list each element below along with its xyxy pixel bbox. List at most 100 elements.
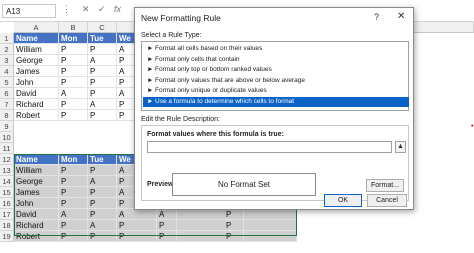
format-button[interactable]: Format... <box>366 179 404 192</box>
collapse-dialog-icon[interactable]: ▲ <box>395 141 406 153</box>
row-header-15[interactable]: 15 <box>0 187 14 198</box>
table-cell[interactable]: P <box>59 187 88 198</box>
new-formatting-rule-dialog: New Formatting Rule ? ✕ Select a Rule Ty… <box>134 7 414 210</box>
cancel-formula-icon[interactable]: ✕ <box>82 4 90 15</box>
table-cell[interactable]: P <box>59 44 88 55</box>
row-header-14[interactable]: 14 <box>0 176 14 187</box>
row-header-3[interactable]: 3 <box>0 55 14 66</box>
row-header-5[interactable]: 5 <box>0 77 14 88</box>
rule-arrow-icon: ► <box>147 97 154 105</box>
rule-type-item[interactable]: ► Format only top or bottom ranked values <box>143 65 409 75</box>
table-cell[interactable]: P <box>157 231 177 242</box>
help-icon[interactable]: ? <box>374 12 379 22</box>
confirm-formula-icon[interactable]: ✓ <box>98 4 106 15</box>
table-cell[interactable]: William <box>14 165 59 176</box>
table-cell[interactable]: John <box>14 77 59 88</box>
table-header-cell[interactable]: Mon <box>59 154 88 165</box>
row-header-7[interactable]: 7 <box>0 99 14 110</box>
table-header-cell[interactable]: Tue <box>88 33 117 44</box>
column-header-extra[interactable] <box>414 22 474 33</box>
table-cell[interactable]: P <box>59 99 88 110</box>
table-cell[interactable]: Richard <box>14 220 59 231</box>
table-cell[interactable]: James <box>14 66 59 77</box>
table-cell[interactable]: Robert <box>14 231 59 242</box>
table-cell[interactable]: P <box>224 220 244 231</box>
row-header-18[interactable]: 18 <box>0 220 14 231</box>
table-cell[interactable]: P <box>59 165 88 176</box>
row-header-4[interactable]: 4 <box>0 66 14 77</box>
row-header-11[interactable]: 11 <box>0 143 14 154</box>
table-header-cell[interactable]: Name <box>14 33 59 44</box>
table-cell[interactable]: James <box>14 187 59 198</box>
row-header-12[interactable]: 12 <box>0 154 14 165</box>
row-header-6[interactable]: 6 <box>0 88 14 99</box>
rule-type-item[interactable]: ► Format only unique or duplicate values <box>143 86 409 96</box>
table-cell[interactable]: P <box>117 220 157 231</box>
table-header-cell[interactable]: Name <box>14 154 59 165</box>
rule-type-item[interactable]: ► Use a formula to determine which cells … <box>143 96 409 107</box>
table-header-cell[interactable]: Mon <box>59 33 88 44</box>
table-cell[interactable]: George <box>14 55 59 66</box>
function-icon[interactable]: fx <box>114 4 121 14</box>
table-cell[interactable]: Robert <box>14 110 59 121</box>
row-header-17[interactable]: 17 <box>0 209 14 220</box>
table-cell[interactable]: A <box>88 220 117 231</box>
cancel-button[interactable]: Cancel <box>367 194 407 207</box>
table-cell[interactable]: P <box>59 220 88 231</box>
row-header-16[interactable]: 16 <box>0 198 14 209</box>
name-box[interactable]: A13 <box>2 4 56 18</box>
table-cell[interactable]: A <box>117 209 157 220</box>
table-cell[interactable]: P <box>88 165 117 176</box>
table-cell[interactable]: P <box>88 66 117 77</box>
table-cell[interactable]: P <box>88 187 117 198</box>
table-cell[interactable]: Richard <box>14 99 59 110</box>
row-header-9[interactable]: 9 <box>0 121 14 132</box>
rule-type-item[interactable]: ► Format only values that are above or be… <box>143 76 409 86</box>
table-cell[interactable]: John <box>14 198 59 209</box>
table-header-cell[interactable]: Tue <box>88 154 117 165</box>
table-cell[interactable]: P <box>88 231 117 242</box>
table-cell[interactable]: P <box>59 198 88 209</box>
table-cell[interactable]: P <box>59 55 88 66</box>
table-cell[interactable]: P <box>224 209 244 220</box>
table-cell[interactable]: A <box>88 176 117 187</box>
table-cell[interactable]: P <box>59 66 88 77</box>
row-header-19[interactable]: 19 <box>0 231 14 242</box>
table-cell[interactable]: A <box>88 99 117 110</box>
table-cell[interactable]: David <box>14 209 59 220</box>
table-cell[interactable]: P <box>117 231 157 242</box>
row-header-1[interactable]: 1 <box>0 33 14 44</box>
table-cell[interactable]: P <box>157 220 177 231</box>
row-header-13[interactable]: 13 <box>0 165 14 176</box>
table-cell[interactable]: P <box>88 209 117 220</box>
table-cell[interactable]: P <box>88 198 117 209</box>
rule-type-item[interactable]: ► Format only cells that contain <box>143 55 409 65</box>
table-cell[interactable]: P <box>88 88 117 99</box>
table-cell[interactable]: William <box>14 44 59 55</box>
table-cell[interactable]: P <box>59 77 88 88</box>
rule-type-list[interactable]: ► Format all cells based on their values ►… <box>141 41 409 111</box>
column-header-b[interactable]: B <box>59 22 88 33</box>
table-cell[interactable]: P <box>59 176 88 187</box>
column-header-a[interactable]: A <box>14 22 59 33</box>
rule-type-item[interactable]: ► Format all cells based on their values <box>143 44 409 54</box>
table-cell[interactable]: P <box>224 231 244 242</box>
row-header-8[interactable]: 8 <box>0 110 14 121</box>
row-header-10[interactable]: 10 <box>0 132 14 143</box>
formula-input[interactable] <box>147 141 392 153</box>
table-cell[interactable]: P <box>88 44 117 55</box>
table-cell[interactable]: George <box>14 176 59 187</box>
table-cell[interactable]: A <box>157 209 177 220</box>
ok-button[interactable]: OK <box>324 194 362 207</box>
table-cell[interactable]: P <box>59 110 88 121</box>
table-cell[interactable]: P <box>88 77 117 88</box>
table-cell[interactable]: A <box>59 209 88 220</box>
table-cell[interactable]: David <box>14 88 59 99</box>
table-cell[interactable]: A <box>59 88 88 99</box>
close-icon[interactable]: ✕ <box>397 11 405 22</box>
table-cell[interactable]: P <box>88 110 117 121</box>
table-cell[interactable]: A <box>88 55 117 66</box>
table-cell[interactable]: P <box>59 231 88 242</box>
column-header-c[interactable]: C <box>88 22 117 33</box>
row-header-2[interactable]: 2 <box>0 44 14 55</box>
